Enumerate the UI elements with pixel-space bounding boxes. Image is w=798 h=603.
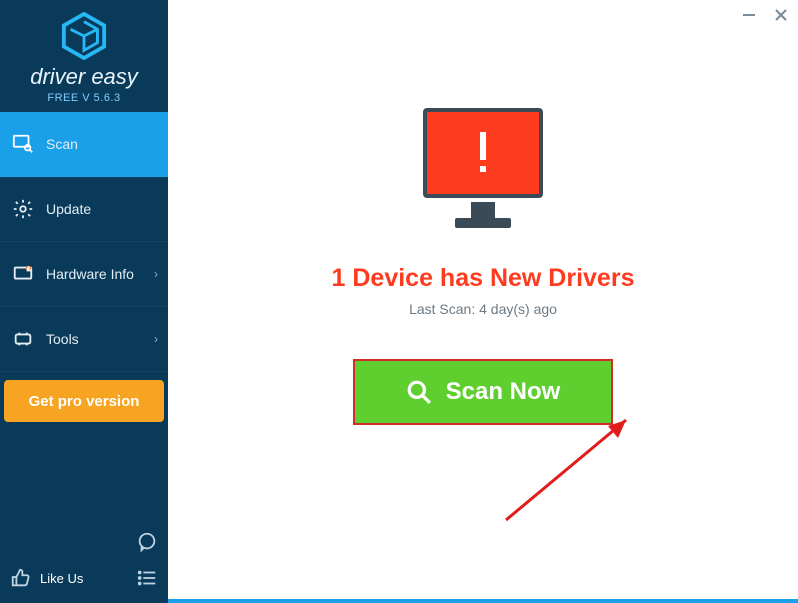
scan-now-button[interactable]: Scan Now xyxy=(353,359,613,425)
chevron-right-icon: › xyxy=(154,332,158,346)
chat-icon[interactable] xyxy=(136,531,158,553)
menu-list-icon[interactable] xyxy=(136,567,158,589)
brand-version: FREE V 5.6.3 xyxy=(0,92,168,104)
search-icon xyxy=(406,379,432,405)
sidebar-item-update[interactable]: Update xyxy=(0,177,168,242)
gear-icon xyxy=(12,198,34,220)
chevron-right-icon: › xyxy=(154,267,158,281)
alert-monitor-icon xyxy=(413,108,553,236)
sidebar: driver easy FREE V 5.6.3 Scan Update 1 H… xyxy=(0,0,168,603)
logo-icon xyxy=(60,12,108,60)
sidebar-item-label: Scan xyxy=(46,136,78,152)
close-button[interactable] xyxy=(772,6,790,24)
annotation-arrow-icon xyxy=(496,410,656,530)
sidebar-item-label: Hardware Info xyxy=(46,266,134,282)
bottom-accent-bar xyxy=(168,599,798,603)
sidebar-item-label: Update xyxy=(46,201,91,217)
like-row: Like Us xyxy=(10,567,158,589)
like-us-label: Like Us xyxy=(40,571,83,586)
hardware-icon: 1 xyxy=(12,263,34,285)
sidebar-item-hardware-info[interactable]: 1 Hardware Info › xyxy=(0,242,168,307)
window-controls xyxy=(740,6,790,24)
minimize-button[interactable] xyxy=(740,6,758,24)
spacer xyxy=(0,430,168,523)
last-scan-text: Last Scan: 4 day(s) ago xyxy=(409,301,557,317)
thumbs-up-icon xyxy=(10,567,32,589)
chat-row xyxy=(10,531,158,553)
headline-text: 1 Device has New Drivers xyxy=(332,264,635,293)
nav: Scan Update 1 Hardware Info › Tools › xyxy=(0,112,168,372)
sidebar-item-tools[interactable]: Tools › xyxy=(0,307,168,372)
brand-name: driver easy xyxy=(0,64,168,90)
sidebar-item-label: Tools xyxy=(46,331,79,347)
get-pro-label: Get pro version xyxy=(29,393,140,410)
center-content: 1 Device has New Drivers Last Scan: 4 da… xyxy=(168,0,798,425)
main-panel: 1 Device has New Drivers Last Scan: 4 da… xyxy=(168,0,798,603)
scan-now-label: Scan Now xyxy=(446,378,561,406)
brand-block: driver easy FREE V 5.6.3 xyxy=(0,0,168,112)
sidebar-bottom: Like Us xyxy=(0,523,168,603)
get-pro-button[interactable]: Get pro version xyxy=(4,380,164,422)
tools-icon xyxy=(12,328,34,350)
like-us-button[interactable]: Like Us xyxy=(10,567,83,589)
sidebar-item-scan[interactable]: Scan xyxy=(0,112,168,177)
monitor-search-icon xyxy=(12,133,34,155)
